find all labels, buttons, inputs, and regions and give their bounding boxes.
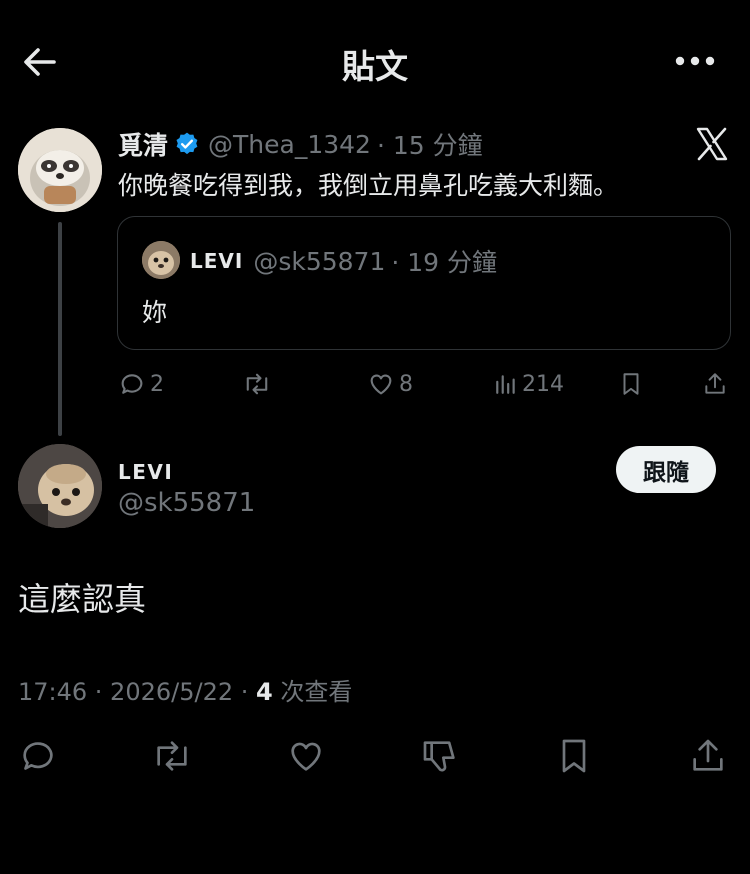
heart-icon	[286, 736, 326, 776]
reply-author-handle[interactable]: @sk55871	[118, 488, 255, 518]
views-count: 214	[522, 371, 564, 397]
like-count: 8	[399, 371, 413, 397]
reply-icon	[118, 370, 146, 398]
bookmark-icon	[618, 370, 644, 398]
downvote-button[interactable]	[420, 736, 460, 776]
analytics-icon	[494, 370, 518, 398]
quote-time: · 19 分鐘	[391, 248, 498, 277]
verified-badge-icon	[174, 131, 200, 157]
author-handle[interactable]: @Thea_1342	[208, 130, 371, 159]
follow-button[interactable]: 跟隨	[616, 446, 716, 493]
heart-icon	[367, 370, 395, 398]
quoted-tweet[interactable]: LEVI @sk55871 · 19 分鐘 妳	[117, 216, 731, 350]
avatar[interactable]	[18, 128, 102, 212]
thumbs-down-icon	[420, 736, 460, 776]
more-options-icon[interactable]	[670, 48, 720, 74]
tweet-meta: 17:46 · 2026/5/22 · 4 次查看	[18, 672, 352, 707]
page-title: 貼文	[342, 47, 408, 86]
reply-icon	[18, 736, 58, 776]
retweet-button[interactable]	[150, 736, 194, 776]
reply-button[interactable]	[18, 736, 58, 776]
x-logo-icon	[694, 126, 730, 162]
like-button[interactable]: 8	[367, 370, 413, 398]
tweet-header: 覓清 @Thea_1342 · 15 分鐘	[118, 126, 483, 162]
bookmark-button[interactable]	[618, 370, 644, 398]
thread-line	[58, 222, 62, 436]
avatar[interactable]	[18, 444, 102, 528]
reply-button[interactable]: 2	[118, 370, 164, 398]
views-button[interactable]: 214	[494, 370, 564, 398]
like-button[interactable]	[286, 736, 326, 776]
reply-count: 2	[150, 371, 164, 397]
quote-text: 妳	[142, 298, 168, 327]
tweet-text: 你晚餐吃得到我，我倒立用鼻孔吃義大利麵。	[118, 171, 619, 200]
reply-text: 這麼認真	[18, 580, 147, 618]
quote-author-name: LEVI	[190, 249, 244, 273]
share-icon	[702, 370, 728, 398]
reply-author-name[interactable]: LEVI	[118, 460, 173, 484]
tweet-timestamp: 17:46 · 2026/5/22 ·	[18, 678, 249, 706]
share-button[interactable]	[688, 736, 728, 776]
retweet-button[interactable]	[242, 370, 272, 398]
avatar	[142, 241, 180, 279]
view-label: 次查看	[280, 678, 353, 706]
bookmark-button[interactable]	[554, 736, 594, 776]
tweet-time: · 15 分鐘	[376, 131, 483, 160]
share-icon	[688, 736, 728, 776]
quote-author-handle: @sk55871	[253, 246, 386, 276]
quote-header: LEVI @sk55871 · 19 分鐘	[190, 243, 497, 279]
bookmark-icon	[554, 736, 594, 776]
retweet-icon	[242, 370, 272, 398]
retweet-icon	[150, 736, 194, 776]
share-button[interactable]	[702, 370, 728, 398]
view-count: 4	[256, 678, 273, 706]
author-name[interactable]: 覓清	[118, 126, 168, 162]
